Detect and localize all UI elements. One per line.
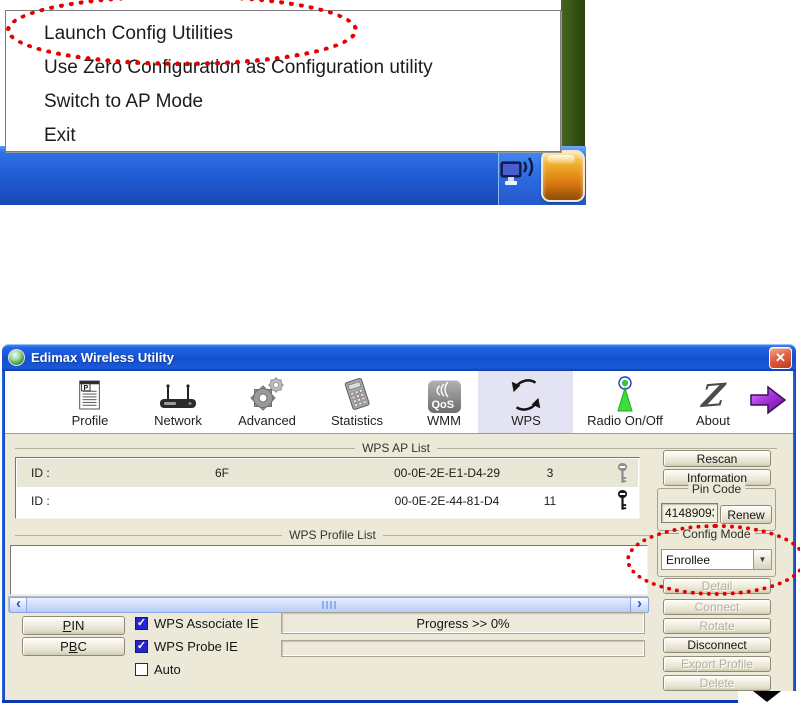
wps-probe-ie-label: WPS Probe IE — [154, 639, 238, 654]
close-icon: ✕ — [775, 349, 786, 365]
titlebar: Edimax Wireless Utility ✕ — [2, 344, 796, 371]
radio-antenna-icon — [613, 373, 637, 413]
disconnect-button[interactable]: Disconnect — [663, 637, 771, 653]
toolbar-item-radio-on-off[interactable]: Radio On/Off — [570, 371, 680, 433]
progress-text: Progress >> 0% — [416, 615, 510, 631]
chevron-left-icon: ‹ — [16, 595, 21, 612]
config-mode-legend: Config Mode — [678, 527, 755, 541]
wps-ap-list: ID : 6F 00-0E-2E-E1-D4-29 3 ID : 00-0E-2… — [15, 457, 640, 519]
wps-arrows-icon — [507, 373, 545, 413]
page: Launch Config Utilities Use Zero Configu… — [0, 0, 800, 706]
wps-probe-ie-checkbox[interactable]: ✓ — [135, 640, 148, 653]
menu-item-switch-to-ap-mode[interactable]: Switch to AP Mode — [6, 85, 560, 119]
progress-bar-secondary — [281, 640, 645, 657]
toolbar-item-wps[interactable]: WPS — [484, 371, 568, 433]
scrollbar-grip — [321, 601, 337, 609]
profile-p-glyph: P — [83, 385, 88, 392]
tray-utility-icon[interactable] — [541, 150, 585, 202]
toolbar-label: Advanced — [238, 413, 296, 428]
export-profile-button: Export Profile — [663, 656, 771, 672]
brand-z-icon: Z — [699, 377, 727, 415]
ap-list-row[interactable]: ID : 6F 00-0E-2E-E1-D4-29 3 — [17, 459, 638, 487]
checkbox-check-icon: ✓ — [136, 617, 147, 629]
ap-mac: 00-0E-2E-E1-D4-29 — [393, 466, 501, 480]
ap-list-row[interactable]: ID : 00-0E-2E-44-81-D4 11 — [17, 487, 638, 515]
next-page-arrow-icon[interactable] — [748, 384, 788, 416]
window-border-right — [793, 371, 796, 700]
pin-button[interactable]: P IN — [22, 616, 125, 635]
ap-id-label: ID : — [31, 466, 50, 480]
chevron-right-icon: › — [637, 595, 642, 612]
group-label: WPS AP List — [362, 441, 430, 455]
rotate-button: Rotate — [663, 618, 771, 634]
menu-item-launch-config-utilities[interactable]: Launch Config Utilities — [6, 17, 560, 51]
pin-code-input[interactable] — [661, 503, 718, 523]
wps-profile-list[interactable] — [10, 545, 648, 595]
app-icon — [8, 349, 25, 366]
qos-label: QoS — [431, 399, 455, 411]
group-label: WPS Profile List — [289, 528, 376, 542]
calculator-icon — [339, 373, 375, 413]
scrollbar-right-arrow[interactable]: › — [630, 595, 649, 613]
toolbar-item-network[interactable]: Network — [136, 371, 220, 433]
taskbar — [0, 146, 586, 205]
wps-associate-ie-checkbox[interactable]: ✓ — [135, 617, 148, 630]
tray-wireless-network-icon[interactable] — [500, 152, 534, 198]
toolbar-label: Radio On/Off — [587, 413, 663, 428]
toolbar-label: Profile — [71, 413, 109, 428]
menu-item-exit[interactable]: Exit — [6, 119, 560, 153]
annotation-arrow-down — [753, 691, 781, 702]
ap-channel: 11 — [543, 494, 557, 508]
detail-button: Detail — [663, 578, 771, 594]
gears-icon — [247, 373, 287, 413]
chevron-down-icon: ▼ — [758, 555, 767, 564]
ap-id-label: ID : — [31, 494, 50, 508]
scrollbar-thumb[interactable] — [26, 597, 632, 613]
window-border-bottom — [2, 700, 796, 703]
pbc-button[interactable]: PBC — [22, 637, 125, 656]
toolbar-label: WMM — [427, 413, 461, 428]
ap-channel: 3 — [546, 466, 554, 480]
desktop-background — [561, 0, 585, 146]
toolbar-item-statistics[interactable]: Statistics — [315, 371, 399, 433]
toolbar-label: Network — [154, 413, 202, 428]
toolbar-item-profile[interactable]: P Profile — [48, 371, 132, 433]
toolbar-item-wmm[interactable]: QoS WMM — [402, 371, 486, 433]
window-title: Edimax Wireless Utility — [31, 350, 174, 365]
app-window: Edimax Wireless Utility ✕ P Profile Netw… — [2, 344, 800, 703]
profile-document-icon: P — [76, 373, 104, 413]
auto-label: Auto — [154, 662, 181, 677]
wps-profile-list-group-header: WPS Profile List — [15, 528, 650, 542]
progress-bar: Progress >> 0% — [281, 612, 645, 634]
toolbar-item-advanced[interactable]: Advanced — [225, 371, 309, 433]
wps-associate-ie-label: WPS Associate IE — [154, 616, 259, 631]
dropdown-button[interactable]: ▼ — [753, 550, 771, 569]
connect-button: Connect — [663, 599, 771, 615]
key-icon — [617, 489, 628, 510]
tray-utility-icon-shine — [547, 155, 575, 164]
menu-item-use-zero-configuration[interactable]: Use Zero Configuration as Configuration … — [6, 51, 560, 85]
config-mode-select[interactable]: Enrollee ▼ — [661, 549, 772, 570]
toolbar-label: Statistics — [330, 413, 383, 428]
checkbox-check-icon: ✓ — [136, 640, 147, 652]
delete-button: Delete — [663, 675, 771, 691]
config-mode-value: Enrollee — [666, 552, 711, 567]
network-router-icon — [156, 373, 200, 413]
toolbar-label: WPS — [511, 413, 541, 428]
qos-icon: QoS — [427, 373, 461, 413]
tray-context-menu: Launch Config Utilities Use Zero Configu… — [5, 10, 561, 152]
close-button[interactable]: ✕ — [769, 346, 792, 369]
toolbar-item-about[interactable]: Z About — [671, 371, 755, 433]
ap-ssid: 6F — [215, 466, 230, 480]
h-scrollbar[interactable]: ‹ › — [8, 595, 649, 613]
auto-checkbox[interactable] — [135, 663, 148, 676]
rescan-button[interactable]: Rescan — [663, 450, 771, 467]
ap-mac: 00-0E-2E-44-81-D4 — [394, 494, 500, 508]
renew-button[interactable]: Renew — [720, 505, 772, 524]
pin-code-legend: Pin Code — [687, 482, 746, 496]
toolbar-label: About — [696, 413, 730, 428]
key-icon — [617, 462, 628, 483]
